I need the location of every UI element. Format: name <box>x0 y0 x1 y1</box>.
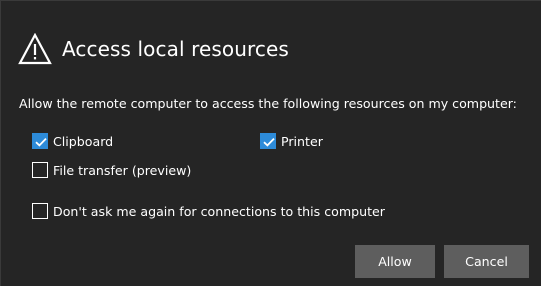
file-transfer-label: File transfer (preview) <box>53 162 192 178</box>
clipboard-option[interactable]: Clipboard <box>32 133 113 149</box>
clipboard-checkbox[interactable] <box>32 133 48 149</box>
dont-ask-again-label: Don't ask me again for connections to th… <box>53 203 385 219</box>
dialog-title: Access local resources <box>62 37 289 61</box>
dialog-header: Access local resources <box>18 32 289 65</box>
allow-button[interactable]: Allow <box>355 245 435 278</box>
file-transfer-checkbox[interactable] <box>32 162 48 178</box>
file-transfer-option[interactable]: File transfer (preview) <box>32 162 191 178</box>
clipboard-label: Clipboard <box>53 133 114 149</box>
printer-label: Printer <box>281 133 323 149</box>
dont-ask-again-checkbox[interactable] <box>32 203 48 219</box>
printer-checkbox[interactable] <box>260 133 276 149</box>
access-local-resources-dialog: Access local resources Allow the remote … <box>0 0 541 286</box>
checkmark-icon <box>263 137 275 147</box>
dont-ask-again-option[interactable]: Don't ask me again for connections to th… <box>32 203 385 219</box>
warning-triangle-icon <box>18 32 52 65</box>
cancel-button[interactable]: Cancel <box>444 245 529 278</box>
checkmark-icon <box>35 137 47 147</box>
dialog-description: Allow the remote computer to access the … <box>19 96 517 111</box>
printer-option[interactable]: Printer <box>260 133 323 149</box>
